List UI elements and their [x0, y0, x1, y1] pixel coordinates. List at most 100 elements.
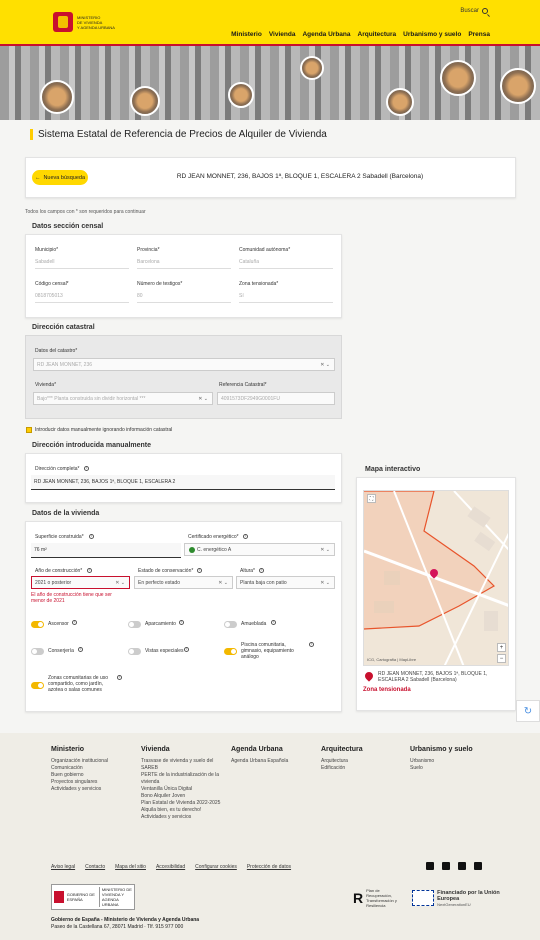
catastro-label: Datos del catastro* — [35, 348, 78, 354]
footer-link[interactable]: Alquila bien, es tu derecho! — [141, 807, 221, 814]
manual-data-checkbox[interactable] — [26, 427, 32, 433]
footer-link[interactable]: Comunicación — [51, 765, 131, 772]
gov-logo-box: GOBIERNO DE ESPAÑA MINISTERIO DE VIVIEND… — [51, 884, 135, 910]
estado-label: Estado de conservación* — [138, 568, 194, 574]
search-label: Buscar — [460, 8, 479, 14]
anio-select[interactable]: 2021 o posterior ✕ ⌄ — [31, 576, 130, 589]
census-title: Datos sección censal — [32, 223, 104, 230]
referencia-value: 4091573DF2949G0001FU — [221, 395, 280, 402]
nav-item-ministerio[interactable]: Ministerio — [231, 31, 262, 38]
footer-link[interactable]: Bono Alquiler Joven — [141, 793, 221, 800]
interactive-map[interactable]: ⛶ + − ICG, Cartografia | MapLibre — [363, 490, 509, 666]
toggle-label-conserjeria: Conserjería — [48, 648, 74, 654]
info-icon[interactable]: i — [259, 568, 264, 573]
toggle-amueblada[interactable] — [224, 621, 237, 628]
clear-chevron-icon: ✕ ⌄ — [218, 580, 228, 586]
info-icon[interactable]: i — [179, 620, 184, 625]
footer-link-cookies[interactable]: Configurar cookies — [195, 864, 237, 870]
nav-item-urbanismo[interactable]: Urbanismo y suelo — [403, 31, 461, 38]
nav-item-arquitectura[interactable]: Arquitectura — [358, 31, 397, 38]
altura-select[interactable]: Planta baja con patio ✕ ⌄ — [236, 576, 335, 589]
info-icon[interactable]: i — [243, 534, 248, 539]
footer-col-title: Arquitectura — [321, 746, 363, 753]
footer-link-proteccion[interactable]: Protección de datos — [247, 864, 291, 870]
manual-data-label: Introducir datos manualmente ignorando i… — [35, 427, 173, 433]
footer-link[interactable]: Agenda Urbana Española — [231, 758, 311, 765]
instagram-icon[interactable] — [458, 862, 466, 870]
footer-link[interactable]: Ventanilla Única Digital — [141, 786, 221, 793]
comunidad-value: Cataluña — [239, 259, 333, 269]
zoom-out-button[interactable]: − — [497, 654, 506, 663]
vivienda-select[interactable]: Bajo*** Planta construida sin dividir ho… — [33, 392, 213, 405]
toggle-piscina[interactable] — [224, 648, 237, 655]
toggle-label-amueblada: Amueblada — [241, 621, 267, 627]
certificado-select[interactable]: C. energético A ✕ ⌄ — [184, 543, 335, 556]
footer-link[interactable]: Plan Estatal de Vivienda 2022-2025 — [141, 800, 221, 807]
footer-link[interactable]: Actividades y servicios — [51, 786, 131, 793]
info-icon[interactable]: i — [84, 466, 89, 471]
map-canvas[interactable] — [364, 491, 509, 666]
footer-link[interactable]: Organización institucional — [51, 758, 131, 765]
toggle-aparcamiento[interactable] — [128, 621, 141, 628]
footer-link[interactable]: Actividades y servicios — [141, 814, 221, 821]
footer-link[interactable]: Edificación — [321, 765, 401, 772]
footer-link-mapa[interactable]: Mapa del sitio — [115, 864, 146, 870]
toggle-zonas-comunitarias[interactable] — [31, 682, 44, 689]
banner-photo — [386, 88, 414, 116]
fullscreen-icon[interactable]: ⛶ — [367, 494, 376, 503]
info-icon[interactable]: i — [87, 568, 92, 573]
map-zone-label: Zona tensionada — [363, 687, 411, 693]
social-links — [426, 862, 482, 870]
eu-flag-icon — [412, 890, 435, 906]
full-address-input[interactable]: RD JEAN MONNET, 236, BAJOS 1ª, BLOQUE 1,… — [31, 475, 335, 490]
info-icon[interactable]: i — [117, 675, 122, 680]
superficie-input[interactable]: 76 m² — [31, 543, 181, 558]
anio-error: El año de construcción tiene que ser men… — [31, 592, 112, 604]
footer-legal-links: Aviso legal Contacto Mapa del sitio Acce… — [51, 864, 291, 870]
footer-link-contacto[interactable]: Contacto — [85, 864, 105, 870]
recaptcha-badge[interactable]: ↻ — [516, 700, 540, 722]
youtube-icon[interactable] — [442, 862, 450, 870]
codigo-censal-value: 0818705013 — [35, 293, 129, 303]
footer-link-accesibilidad[interactable]: Accesibilidad — [156, 864, 185, 870]
ministry-logo[interactable]: MINISTERIO DE VIVIENDA Y AGENDA URBANA — [53, 12, 121, 32]
banner-photo — [228, 82, 254, 108]
toggle-ascensor[interactable] — [31, 621, 44, 628]
referencia-input[interactable]: 4091573DF2949G0001FU — [217, 392, 335, 405]
toggle-conserjeria[interactable] — [31, 648, 44, 655]
nav-item-prensa[interactable]: Prensa — [468, 31, 490, 38]
info-icon[interactable]: i — [72, 620, 77, 625]
estado-select[interactable]: En perfecto estado ✕ ⌄ — [134, 576, 233, 589]
footer-link[interactable]: Arquitectura — [321, 758, 401, 765]
catastro-select[interactable]: RD JEAN MONNET, 236 ✕ ⌄ — [33, 358, 335, 371]
footer-link[interactable]: Buen gobierno — [51, 772, 131, 779]
new-search-button[interactable]: ← Nueva búsqueda — [32, 170, 88, 185]
zoom-in-button[interactable]: + — [497, 643, 506, 652]
info-icon[interactable]: i — [271, 620, 276, 625]
twitter-icon[interactable] — [426, 862, 434, 870]
footer-link-aviso-legal[interactable]: Aviso legal — [51, 864, 75, 870]
toggle-label-zonas-comunitarias: Zonas comunitarias de uso compartido, co… — [48, 675, 109, 693]
info-icon[interactable]: i — [309, 642, 314, 647]
info-icon[interactable]: i — [184, 647, 189, 652]
footer-link[interactable]: Proyectos singulares — [51, 779, 131, 786]
feedback-icon[interactable] — [474, 862, 482, 870]
footer-link[interactable]: Suelo — [410, 765, 490, 772]
toggle-label-ascensor: Ascensor — [48, 621, 69, 627]
nav-item-vivienda[interactable]: Vivienda — [269, 31, 296, 38]
info-icon[interactable]: i — [78, 647, 83, 652]
main-nav: Ministerio Vivienda Agenda Urbana Arquit… — [231, 31, 490, 38]
footer-link[interactable]: Trasvase de vivienda y suelo del SAREB — [141, 758, 221, 772]
search-button[interactable]: Buscar — [460, 8, 488, 14]
info-icon[interactable]: i — [89, 534, 94, 539]
funding-logos: R Plan de Recuperación, Transformación y… — [353, 888, 517, 908]
footer-link[interactable]: Urbanismo — [410, 758, 490, 765]
toggle-vistas[interactable] — [128, 648, 141, 655]
footer-link[interactable]: PERTE de la industrialización de la vivi… — [141, 772, 221, 786]
clear-chevron-icon: ✕ ⌄ — [115, 580, 125, 586]
nav-item-agenda-urbana[interactable]: Agenda Urbana — [302, 31, 350, 38]
certificado-value: C. energético A — [197, 546, 232, 553]
eu-funding-logo: Financiado por la Unión Europea NextGene… — [412, 890, 517, 907]
info-icon[interactable]: i — [197, 568, 202, 573]
altura-value: Planta baja con patio — [240, 579, 287, 586]
